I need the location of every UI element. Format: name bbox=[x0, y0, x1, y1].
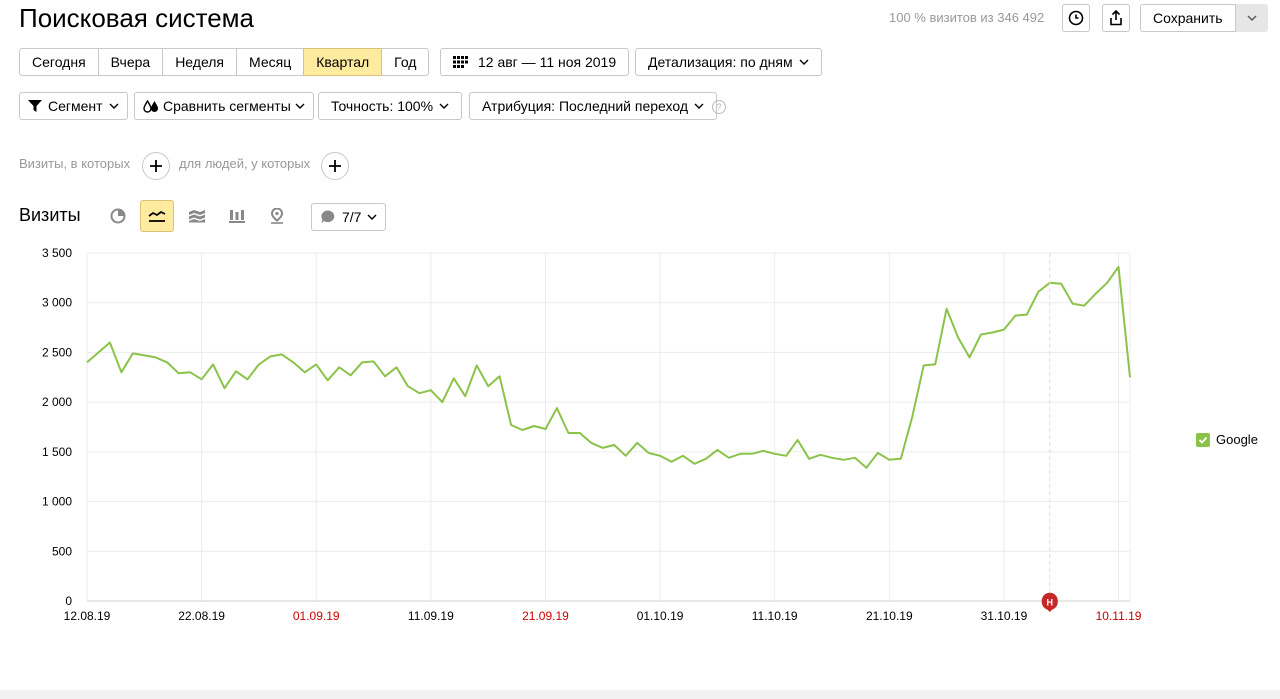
notes-counter: 7/7 bbox=[342, 209, 362, 225]
accuracy-dropdown[interactable]: Точность: 100% bbox=[318, 92, 463, 120]
period-week-button[interactable]: Неделя bbox=[162, 48, 238, 76]
line-chart-icon bbox=[148, 210, 166, 222]
y-tick-label: 1 500 bbox=[42, 445, 72, 459]
y-tick-label: 2 000 bbox=[42, 395, 72, 409]
x-tick-label: 11.10.19 bbox=[752, 609, 798, 623]
chevron-down-icon bbox=[109, 103, 119, 109]
y-tick-label: 0 bbox=[65, 594, 72, 608]
plus-icon bbox=[329, 160, 341, 172]
detail-dropdown[interactable]: Детализация: по дням bbox=[635, 48, 822, 76]
y-tick-label: 2 500 bbox=[42, 345, 72, 359]
y-tick-label: 3 000 bbox=[42, 296, 72, 310]
legend-label-google: Google bbox=[1216, 432, 1258, 447]
stacked-area-icon bbox=[189, 210, 205, 223]
visits-line-chart: 0 500 1 000 1 500 2 000 2 500 3 000 3 500 12.08… bbox=[42, 246, 1142, 623]
x-tick-label: 01.09.19 bbox=[293, 609, 340, 623]
chart-legend: Google bbox=[1196, 432, 1258, 447]
add-people-condition-button[interactable] bbox=[321, 152, 349, 180]
filter-icon bbox=[28, 100, 42, 112]
y-tick-label: 3 500 bbox=[42, 246, 72, 260]
chevron-down-icon bbox=[295, 103, 305, 109]
period-month-button[interactable]: Месяц bbox=[236, 48, 305, 76]
visits-filter-label: Визиты, в которых bbox=[19, 156, 131, 171]
save-group: Сохранить bbox=[1140, 4, 1268, 32]
people-filter-label: для людей, у которых bbox=[179, 156, 311, 171]
help-icon[interactable]: ? bbox=[712, 100, 726, 114]
x-tick-label: 11.09.19 bbox=[408, 609, 454, 623]
x-tick-label: 22.08.19 bbox=[178, 609, 225, 623]
calendar-icon bbox=[453, 56, 468, 68]
x-tick-label: 12.08.19 bbox=[64, 609, 111, 623]
map-view-button[interactable] bbox=[260, 200, 294, 232]
x-tick-label: 31.10.19 bbox=[981, 609, 1028, 623]
notes-dropdown[interactable]: 7/7 bbox=[311, 203, 387, 231]
visits-share-text: 100 % визитов из 346 492 bbox=[889, 10, 1045, 25]
add-visits-condition-button[interactable] bbox=[142, 152, 170, 180]
save-menu-button[interactable] bbox=[1235, 4, 1268, 32]
detail-label: Детализация: по дням bbox=[648, 54, 793, 70]
attribution-dropdown[interactable]: Атрибуция: Последний переход bbox=[469, 92, 718, 120]
chart-title: Визиты bbox=[19, 205, 81, 225]
checkmark-icon bbox=[1198, 436, 1208, 444]
chevron-down-icon bbox=[1247, 15, 1257, 21]
bar-chart-view-button[interactable] bbox=[220, 200, 254, 232]
x-tick-label: 21.09.19 bbox=[522, 609, 569, 623]
legend-checkbox-google[interactable] bbox=[1196, 432, 1210, 447]
chevron-down-icon bbox=[367, 214, 377, 220]
history-button[interactable] bbox=[1062, 4, 1090, 32]
period-quarter-button[interactable]: Квартал bbox=[303, 48, 383, 76]
clock-icon bbox=[1068, 10, 1084, 26]
period-yesterday-button[interactable]: Вчера bbox=[97, 48, 164, 76]
map-pin-icon bbox=[270, 208, 284, 224]
chevron-down-icon bbox=[799, 59, 809, 65]
y-tick-label: 1 000 bbox=[42, 495, 72, 509]
chevron-down-icon bbox=[439, 103, 449, 109]
pie-chart-icon bbox=[110, 208, 126, 224]
x-tick-label: 01.10.19 bbox=[637, 609, 684, 623]
area-chart-view-button[interactable] bbox=[180, 200, 214, 232]
share-icon bbox=[1110, 10, 1122, 26]
comment-bubble-icon bbox=[321, 210, 335, 224]
note-marker[interactable]: Н bbox=[1041, 592, 1058, 612]
line-chart-view-button[interactable] bbox=[140, 200, 174, 232]
export-button[interactable] bbox=[1102, 4, 1130, 32]
segment-dropdown[interactable]: Сегмент bbox=[19, 92, 128, 120]
compare-drops-icon bbox=[143, 99, 158, 113]
bar-chart-icon bbox=[229, 210, 245, 223]
footer-bar bbox=[0, 690, 1280, 699]
note-marker-label: Н bbox=[1047, 598, 1054, 608]
period-selector: Сегодня Вчера Неделя Месяц Квартал Год bbox=[19, 48, 430, 76]
compare-segments-dropdown[interactable]: Сравнить сегменты bbox=[134, 92, 314, 120]
series-line-google[interactable] bbox=[86, 265, 1131, 469]
y-tick-label: 500 bbox=[52, 544, 72, 558]
chevron-down-icon bbox=[694, 103, 704, 109]
plus-icon bbox=[150, 160, 162, 172]
attribution-label: Атрибуция: Последний переход bbox=[482, 98, 689, 114]
page-title: Поисковая система bbox=[19, 3, 255, 33]
date-range-label: 12 авг — 11 ноя 2019 bbox=[478, 54, 617, 70]
x-tick-label: 10.11.19 bbox=[1096, 609, 1142, 623]
period-year-button[interactable]: Год bbox=[381, 48, 430, 76]
accuracy-label: Точность: 100% bbox=[331, 98, 434, 114]
x-tick-label: 21.10.19 bbox=[866, 609, 913, 623]
pie-chart-view-button[interactable] bbox=[101, 200, 135, 232]
date-range-button[interactable]: 12 авг — 11 ноя 2019 bbox=[440, 48, 630, 76]
save-button[interactable]: Сохранить bbox=[1140, 4, 1236, 32]
compare-label: Сравнить сегменты bbox=[163, 98, 291, 114]
segment-label: Сегмент bbox=[48, 98, 103, 114]
period-today-button[interactable]: Сегодня bbox=[19, 48, 99, 76]
